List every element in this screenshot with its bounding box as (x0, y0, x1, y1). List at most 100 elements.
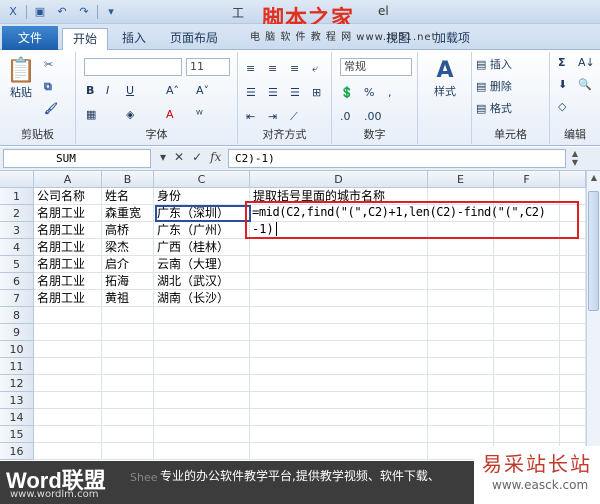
cell-b7[interactable]: 黄祖 (102, 290, 154, 307)
name-box[interactable]: SUM (3, 149, 151, 168)
cell-c13[interactable] (154, 392, 250, 409)
row-header[interactable]: 8 (0, 307, 34, 324)
cut-icon[interactable]: ✂ (44, 58, 53, 71)
cell-g6[interactable] (560, 273, 586, 290)
cell-c16[interactable] (154, 443, 250, 460)
cell-c1[interactable]: 身份 (154, 188, 250, 205)
cell-f7[interactable] (494, 290, 560, 307)
cell-d11[interactable] (250, 358, 428, 375)
cell-a4[interactable]: 名朋工业 (34, 239, 102, 256)
cell-f4[interactable] (494, 239, 560, 256)
paste-button[interactable]: 📋 粘贴 (6, 56, 36, 100)
cell-f8[interactable] (494, 307, 560, 324)
column-header-d[interactable]: D (250, 171, 428, 188)
cell-d13[interactable] (250, 392, 428, 409)
cell-b9[interactable] (102, 324, 154, 341)
cell-e7[interactable] (428, 290, 494, 307)
row-header[interactable]: 4 (0, 239, 34, 256)
shrink-font-icon[interactable]: A˅ (196, 84, 209, 97)
cell-c6[interactable]: 湖北（武汉） (154, 273, 250, 290)
column-header-a[interactable]: A (34, 171, 102, 188)
cell-f12[interactable] (494, 375, 560, 392)
formula-input[interactable]: C2)-1) (228, 149, 566, 168)
cell-g11[interactable] (560, 358, 586, 375)
cell-a2[interactable]: 名朋工业 (34, 205, 102, 222)
tab-insert[interactable]: 插入 (112, 28, 156, 50)
find-select-icon[interactable]: 🔍 (578, 78, 592, 91)
sort-filter-icon[interactable]: A↓ (578, 56, 595, 69)
cell-b4[interactable]: 梁杰 (102, 239, 154, 256)
cell-g12[interactable] (560, 375, 586, 392)
cell-f13[interactable] (494, 392, 560, 409)
font-name-box[interactable] (84, 58, 182, 76)
cell-b16[interactable] (102, 443, 154, 460)
cell-d9[interactable] (250, 324, 428, 341)
edit-formula-line2[interactable]: -1) (252, 222, 274, 236)
cancel-icon[interactable]: ✕ (174, 150, 184, 164)
delete-cells-button[interactable]: ▤ 删除 (476, 78, 512, 94)
cell-a3[interactable]: 名朋工业 (34, 222, 102, 239)
align-right-icon[interactable]: ☰ (290, 86, 300, 99)
cell-f14[interactable] (494, 409, 560, 426)
cell-d12[interactable] (250, 375, 428, 392)
comma-icon[interactable]: , (388, 86, 392, 99)
bold-icon[interactable]: B (86, 84, 94, 97)
align-bottom-icon[interactable]: ≡ (290, 62, 299, 75)
cell-e9[interactable] (428, 324, 494, 341)
align-top-icon[interactable]: ≡ (246, 62, 255, 75)
cell-d8[interactable] (250, 307, 428, 324)
currency-icon[interactable]: 💲 (340, 86, 354, 99)
sheet-tab[interactable]: Shee (130, 471, 158, 484)
cell-f9[interactable] (494, 324, 560, 341)
cell-e6[interactable] (428, 273, 494, 290)
underline-icon[interactable]: U (126, 84, 134, 97)
cell-b11[interactable] (102, 358, 154, 375)
cell-e8[interactable] (428, 307, 494, 324)
cell-b6[interactable]: 拓海 (102, 273, 154, 290)
cell-d5[interactable] (250, 256, 428, 273)
cell-d16[interactable] (250, 443, 428, 460)
cell-d6[interactable] (250, 273, 428, 290)
row-header[interactable]: 1 (0, 188, 34, 205)
cell-g9[interactable] (560, 324, 586, 341)
row-header[interactable]: 15 (0, 426, 34, 443)
cell-a12[interactable] (34, 375, 102, 392)
cell-a14[interactable] (34, 409, 102, 426)
format-painter-icon[interactable]: 🖌 (44, 102, 58, 115)
align-middle-icon[interactable]: ≡ (268, 62, 277, 75)
cell-c9[interactable] (154, 324, 250, 341)
cell-a15[interactable] (34, 426, 102, 443)
row-header[interactable]: 12 (0, 375, 34, 392)
cell-e13[interactable] (428, 392, 494, 409)
increase-decimal-icon[interactable]: .0 (340, 110, 351, 123)
cell-d14[interactable] (250, 409, 428, 426)
cell-a5[interactable]: 名朋工业 (34, 256, 102, 273)
tab-file[interactable]: 文件 (2, 26, 58, 50)
cell-b1[interactable]: 姓名 (102, 188, 154, 205)
italic-icon[interactable]: I (106, 84, 109, 97)
decrease-decimal-icon[interactable]: .00 (364, 110, 382, 123)
cell-e12[interactable] (428, 375, 494, 392)
cell-d7[interactable] (250, 290, 428, 307)
column-header-b[interactable]: B (102, 171, 154, 188)
cell-e11[interactable] (428, 358, 494, 375)
cell-a7[interactable]: 名朋工业 (34, 290, 102, 307)
cell-a8[interactable] (34, 307, 102, 324)
cell-g10[interactable] (560, 341, 586, 358)
select-all-corner[interactable] (0, 171, 34, 188)
cell-e14[interactable] (428, 409, 494, 426)
cell-c3[interactable]: 广东（广州） (154, 222, 250, 239)
redo-icon[interactable]: ↷ (75, 3, 93, 21)
cell-b8[interactable] (102, 307, 154, 324)
cell-a10[interactable] (34, 341, 102, 358)
row-header[interactable]: 6 (0, 273, 34, 290)
cell-c10[interactable] (154, 341, 250, 358)
cell-f5[interactable] (494, 256, 560, 273)
cell-b2[interactable]: 森重宽 (102, 205, 154, 222)
phonetic-icon[interactable]: ᵂ (196, 108, 203, 121)
merge-icon[interactable]: ⊞ (312, 86, 321, 99)
cell-a1[interactable]: 公司名称 (34, 188, 102, 205)
row-header[interactable]: 13 (0, 392, 34, 409)
cell-g4[interactable] (560, 239, 586, 256)
row-header[interactable]: 16 (0, 443, 34, 460)
